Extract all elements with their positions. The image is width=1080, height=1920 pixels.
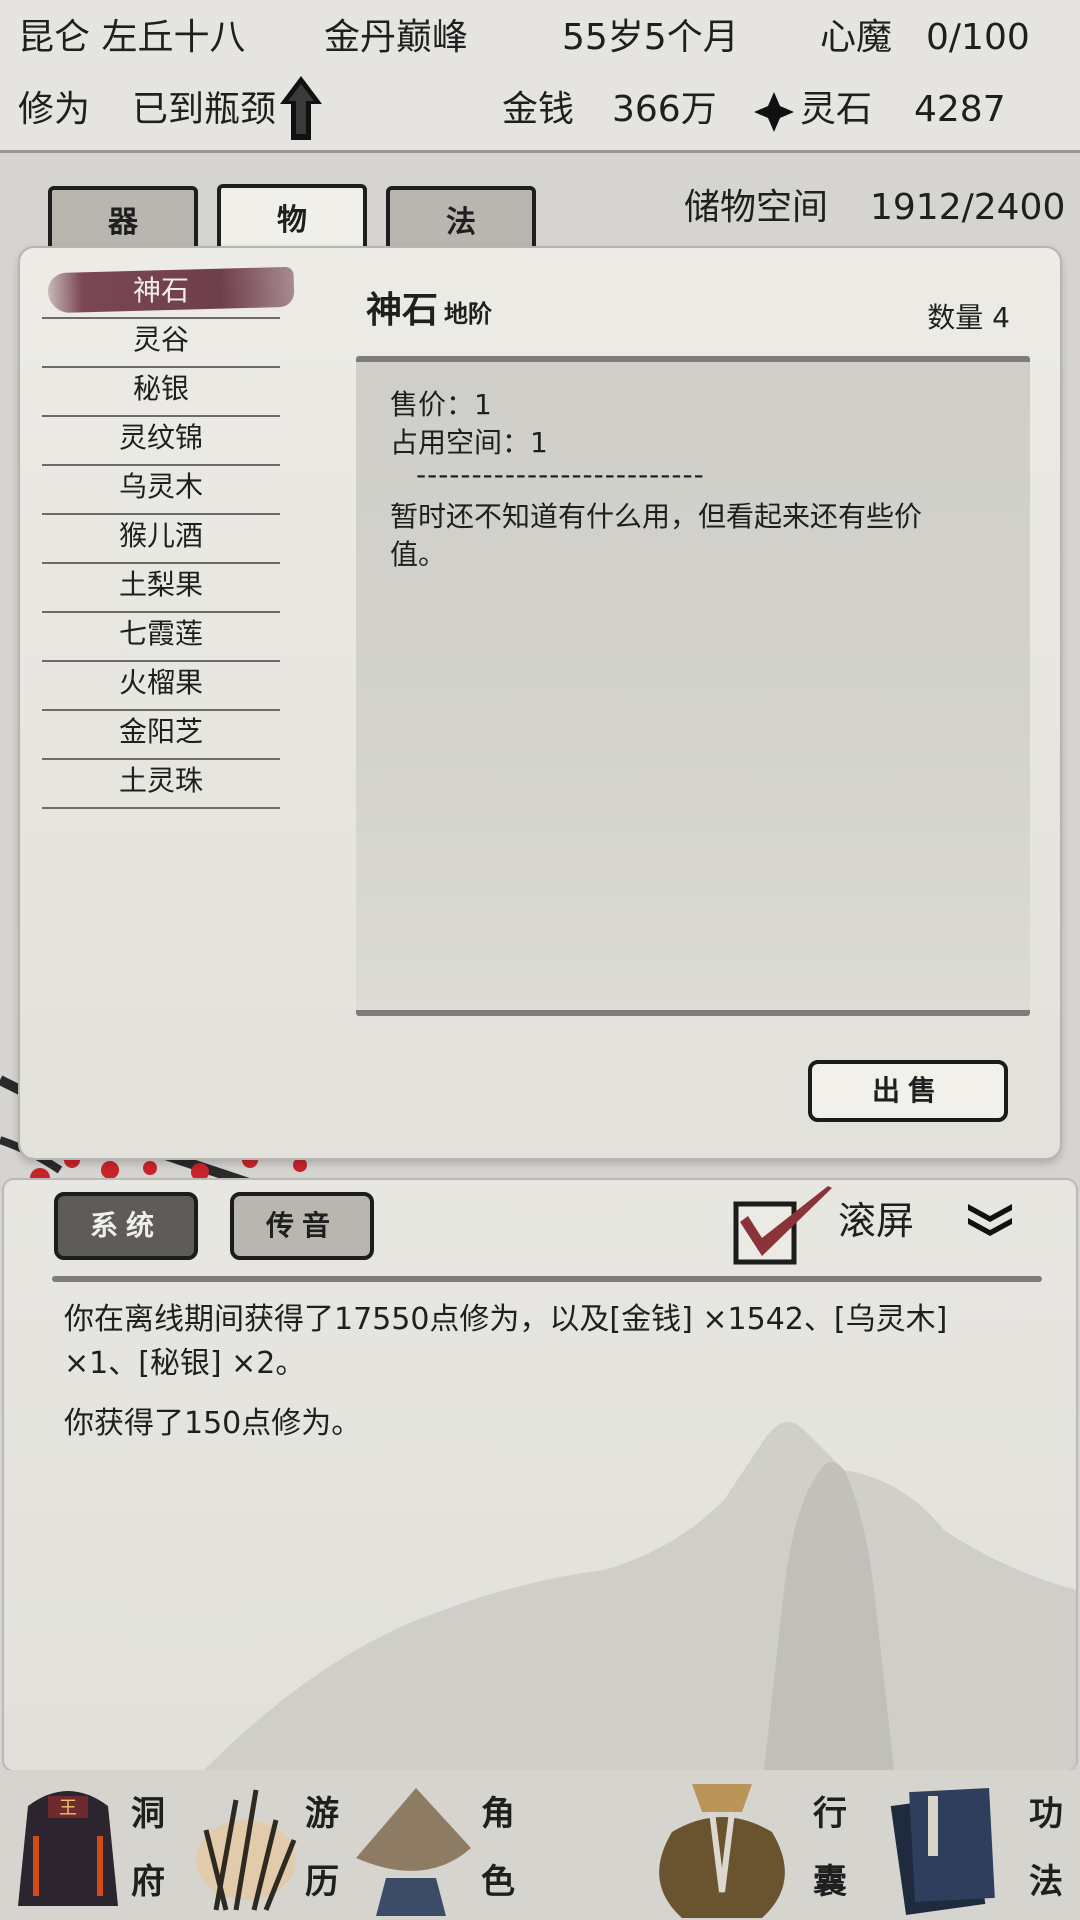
character-name: 昆仑 左丘十八 xyxy=(18,17,246,58)
message-panel: 系统 传音 滚屏 你在离线期间获得了17550点修为，以及[金钱] ×1542、… xyxy=(4,1180,1076,1770)
storage-label: 储物空间 xyxy=(684,187,829,228)
nav-label[interactable]: 历 xyxy=(302,1862,342,1902)
travel-grass-icon[interactable] xyxy=(176,1780,306,1915)
message-line: 你获得了150点修为。 xyxy=(64,1406,362,1441)
money-label: 金钱 xyxy=(502,89,575,130)
list-item[interactable]: 土梨果 xyxy=(42,562,280,613)
item-name: 神石 xyxy=(366,289,439,331)
breakthrough-arrow-icon[interactable] xyxy=(278,74,324,142)
cultivation-value: 已到瓶颈 xyxy=(132,89,277,130)
svg-text:王: 王 xyxy=(59,1798,77,1819)
cultivation-label: 修为 xyxy=(18,89,91,130)
status-header: 昆仑 左丘十八 金丹巅峰 55岁5个月 心魔 0/100 修为 已到瓶颈 金钱 … xyxy=(0,0,1080,153)
technique-books-icon[interactable] xyxy=(880,1780,1010,1916)
list-item[interactable]: 神石 xyxy=(42,268,280,319)
autoscroll-checkbox[interactable] xyxy=(732,1186,836,1266)
storage-value: 1912/2400 xyxy=(870,187,1066,228)
item-description-box: 售价：1 占用空间：1 -------------------------- 暂… xyxy=(356,356,1030,1016)
item-quantity: 数量 4 xyxy=(927,301,1010,334)
money-value: 366万 xyxy=(612,89,717,130)
nav-label[interactable]: 法 xyxy=(1026,1862,1066,1902)
realm-value: 金丹巅峰 xyxy=(324,17,469,58)
nav-label[interactable]: 游 xyxy=(302,1794,342,1834)
tab-system[interactable]: 系统 xyxy=(54,1192,198,1260)
nav-label[interactable]: 行 xyxy=(810,1794,850,1834)
separator: -------------------------- xyxy=(416,458,705,491)
autoscroll-label: 滚屏 xyxy=(838,1199,915,1243)
spirit-stone-value: 4287 xyxy=(914,89,1006,130)
bottom-nav: 王 洞 府 游 历 角 色 行 囊 功 法 xyxy=(0,1770,1080,1920)
inventory-bag-icon[interactable] xyxy=(642,1772,800,1920)
nav-label[interactable]: 府 xyxy=(128,1862,168,1902)
nav-label[interactable]: 囊 xyxy=(810,1862,850,1902)
storage-panel: 神石 灵谷 秘银 灵纹锦 乌灵木 猴儿酒 土梨果 七霞莲 火榴果 金阳芝 土灵珠… xyxy=(20,248,1060,1158)
list-item[interactable]: 猴儿酒 xyxy=(42,513,280,564)
nav-label[interactable]: 洞 xyxy=(128,1794,168,1834)
divider xyxy=(52,1276,1042,1282)
spirit-stone-label: 灵石 xyxy=(800,89,873,130)
tab-voice[interactable]: 传音 xyxy=(230,1192,374,1260)
item-price: 售价：1 xyxy=(390,388,492,421)
nav-label[interactable]: 功 xyxy=(1026,1794,1066,1834)
item-grade: 地阶 xyxy=(444,299,493,328)
list-item[interactable]: 土灵珠 xyxy=(42,758,280,809)
list-item[interactable]: 火榴果 xyxy=(42,660,280,711)
list-item[interactable]: 灵谷 xyxy=(42,317,280,368)
list-item[interactable]: 灵纹锦 xyxy=(42,415,280,466)
spirit-stone-icon xyxy=(754,92,794,132)
double-chevron-down-icon[interactable] xyxy=(964,1200,1016,1240)
age-value: 55岁5个月 xyxy=(562,17,739,58)
nav-label[interactable]: 角 xyxy=(478,1794,518,1834)
list-item[interactable]: 秘银 xyxy=(42,366,280,417)
list-item[interactable]: 金阳芝 xyxy=(42,709,280,760)
item-description: 暂时还不知道有什么用，但看起来还有些价值。 xyxy=(390,500,923,571)
list-item[interactable]: 七霞莲 xyxy=(42,611,280,662)
item-detail-title: 神石 地阶 xyxy=(366,288,492,336)
nav-label[interactable]: 色 xyxy=(478,1862,518,1902)
message-line: 你在离线期间获得了17550点修为，以及[金钱] ×1542、[乌灵木] ×1、… xyxy=(64,1302,948,1381)
sell-button[interactable]: 出售 xyxy=(808,1060,1008,1122)
demon-value: 0/100 xyxy=(926,17,1030,58)
cave-residence-icon[interactable]: 王 xyxy=(8,1776,128,1916)
list-item[interactable]: 乌灵木 xyxy=(42,464,280,515)
character-hat-icon[interactable] xyxy=(346,1778,476,1916)
demon-label: 心魔 xyxy=(820,17,893,58)
